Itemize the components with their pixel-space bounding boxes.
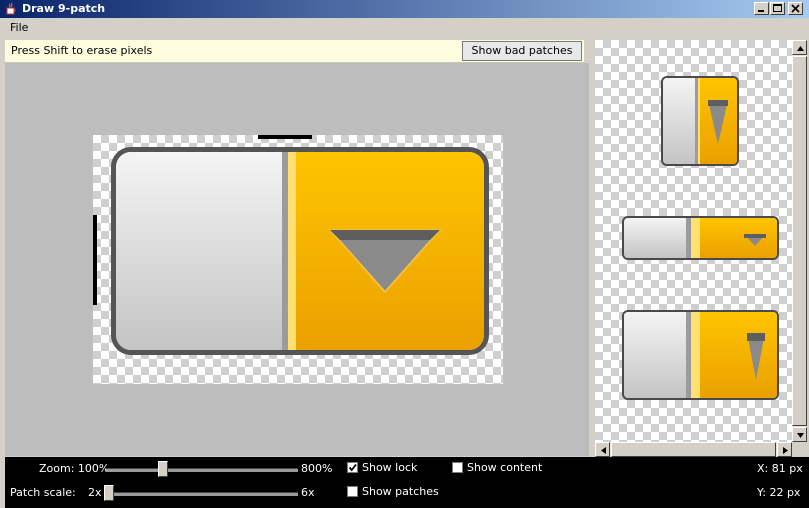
button-drawing (111, 147, 489, 355)
patch-scale-slider[interactable] (104, 483, 300, 503)
preview-horizontal-stretch (622, 216, 779, 260)
preview-panel (595, 40, 792, 442)
scroll-down-button[interactable] (792, 427, 807, 442)
minimize-button[interactable] (754, 2, 769, 15)
patch-scale-min-label: 2x (88, 486, 102, 499)
panel-splitter[interactable] (589, 40, 594, 456)
arrow-down-icon (797, 433, 804, 438)
scroll-right-button[interactable] (777, 442, 792, 457)
zoom-max-label: 800% (301, 462, 333, 475)
window-title: Draw 9-patch (22, 2, 106, 15)
close-icon (791, 4, 800, 13)
arrow-up-icon (797, 46, 804, 51)
maximize-button[interactable] (770, 2, 785, 15)
preview-both-stretch (622, 310, 779, 400)
show-bad-patches-button[interactable]: Show bad patches (462, 41, 582, 61)
dropdown-arrow-icon (708, 100, 728, 144)
scroll-up-button[interactable] (792, 40, 807, 55)
arrow-right-icon (783, 447, 788, 454)
preview-vertical-stretch (661, 76, 739, 166)
status-hint: Press Shift to erase pixels (11, 44, 153, 57)
menu-file[interactable]: File (10, 21, 28, 34)
show-patches-checkbox[interactable] (347, 486, 358, 497)
minimize-icon (758, 10, 764, 12)
status-bar: Press Shift to erase pixels Show bad pat… (5, 40, 584, 63)
maximize-icon (773, 4, 782, 12)
close-button[interactable] (788, 2, 803, 15)
menu-bar: File (0, 18, 809, 38)
scroll-left-button[interactable] (595, 442, 610, 457)
preview-horizontal-scrollbar[interactable] (595, 442, 792, 457)
show-content-checkbox[interactable] (452, 462, 463, 473)
checkmark-icon (348, 463, 357, 472)
zoom-slider-thumb[interactable] (157, 461, 168, 477)
top-stretch-marker[interactable] (258, 135, 312, 139)
preview-vertical-scrollbar[interactable] (792, 40, 807, 442)
title-bar[interactable]: Draw 9-patch (0, 0, 809, 18)
dropdown-arrow-icon (744, 234, 766, 246)
horizontal-scroll-thumb[interactable] (611, 442, 776, 457)
vertical-scroll-thumb[interactable] (792, 56, 807, 426)
app-window: Draw 9-patch File Press Shift to erase p… (0, 0, 809, 508)
x-coordinate-readout: X: 81 px (757, 462, 803, 475)
arrow-left-icon (601, 447, 606, 454)
zoom-slider[interactable] (104, 459, 300, 479)
show-patches-label[interactable]: Show patches (362, 485, 439, 498)
show-content-label[interactable]: Show content (467, 461, 542, 474)
left-stretch-marker[interactable] (93, 215, 97, 305)
dropdown-arrow-icon (747, 333, 765, 380)
show-lock-label[interactable]: Show lock (362, 461, 417, 474)
patch-scale-slider-thumb[interactable] (104, 485, 114, 501)
nine-patch-image[interactable] (93, 135, 503, 384)
java-cup-icon (6, 2, 16, 15)
zoom-label: Zoom: 100% (39, 462, 110, 475)
patch-editor-canvas[interactable] (5, 63, 589, 456)
dropdown-arrow-icon (328, 229, 442, 294)
patch-scale-label: Patch scale: (10, 486, 76, 499)
show-lock-checkbox[interactable] (347, 462, 358, 473)
patch-scale-max-label: 6x (301, 486, 315, 499)
y-coordinate-readout: Y: 22 px (757, 486, 801, 499)
control-bar: Zoom: 100% 800% Patch scale: 2x 6x Show … (5, 457, 809, 508)
